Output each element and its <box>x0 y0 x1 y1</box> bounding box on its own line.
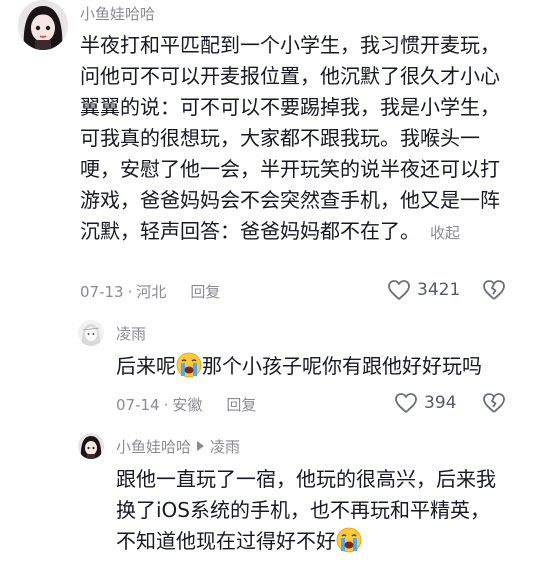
avatar[interactable] <box>18 0 68 50</box>
like-count: 3421 <box>417 280 461 300</box>
broken-heart-icon <box>483 393 505 413</box>
comment-date: 07-13 <box>80 282 124 301</box>
reply-username-row: 小鱼娃哈哈 凌雨 <box>116 436 240 457</box>
reply-date: 07-14 <box>116 395 160 414</box>
comment-line: 问他可不可以开麦报位置，他沉默了很久才小心 <box>80 64 500 88</box>
reply-line: 不知道他现在过得好不好 <box>116 529 336 553</box>
reply-body: 后来呢 那个小孩子呢你有跟他好好玩吗 <box>116 351 482 382</box>
like-count: 394 <box>424 393 457 413</box>
crying-face-icon <box>336 527 362 553</box>
avatar-girl-icon <box>18 0 68 50</box>
heart-outline-icon <box>388 280 410 300</box>
collapse-button[interactable]: 收起 <box>430 224 460 242</box>
comment-line: 半夜打和平匹配到一个小学生，我习惯开麦玩， <box>80 33 500 57</box>
comment-line: 游戏，爸爸妈妈会不会突然查手机，他又是一阵 <box>80 188 500 212</box>
reply-button[interactable]: 回复 <box>226 394 256 415</box>
like-button[interactable]: 3421 <box>387 279 460 301</box>
reply-location: 安徽 <box>172 396 203 414</box>
dislike-button[interactable] <box>482 279 506 305</box>
comment-line: 哽，安慰了他一会，半开玩笑的说半夜还可以打 <box>80 157 500 181</box>
heart-outline-icon <box>395 393 417 413</box>
comment-line: 翼翼的说：可不可以不要踢掉我，我是小学生， <box>80 95 500 119</box>
crying-face-icon <box>176 352 202 378</box>
reply-button[interactable]: 回复 <box>190 281 220 302</box>
reply-line-last: 不知道他现在过得好不好 <box>116 526 496 557</box>
like-button[interactable]: 394 <box>394 392 456 414</box>
reply-line: 后来呢 那个小孩子呢你有跟他好好玩吗 <box>116 351 482 382</box>
reply-avatar[interactable] <box>78 433 104 459</box>
dislike-button[interactable] <box>482 392 506 418</box>
reply-meta: 07-14 · 安徽 回复 <box>116 394 256 415</box>
comment-line: 可我真的很想玩，大家都不跟我玩。我喉头一 <box>80 126 480 150</box>
meta-separator: · <box>127 282 133 301</box>
comment-username[interactable]: 小鱼娃哈哈 <box>80 3 155 24</box>
broken-heart-icon <box>483 280 505 300</box>
reply-line: 跟他一直玩了一宿，他玩的很高兴，后来我 <box>116 467 496 491</box>
reply-username[interactable]: 小鱼娃哈哈 <box>116 438 191 456</box>
reply-line: 换了iOS系统的手机，也不再玩和平精英， <box>116 498 490 522</box>
reply-text: 那个小孩子呢你有跟他好好玩吗 <box>202 354 482 378</box>
reply-to-arrow-icon <box>197 441 205 451</box>
comment-line: 沉默，轻声回答：爸爸妈妈都不在了。 <box>80 219 420 243</box>
comment-location: 河北 <box>136 283 167 301</box>
comment-meta: 07-13 · 河北 回复 <box>80 281 220 302</box>
reply-username[interactable]: 凌雨 <box>116 323 146 344</box>
avatar-girl-icon <box>78 433 104 459</box>
comment-body: 半夜打和平匹配到一个小学生，我习惯开麦玩， 问他可不可以开麦报位置，他沉默了很久… <box>80 30 500 249</box>
comment-line-last: 沉默，轻声回答：爸爸妈妈都不在了。 收起 <box>80 216 500 249</box>
reply-body: 跟他一直玩了一宿，他玩的很高兴，后来我 换了iOS系统的手机，也不再玩和平精英，… <box>116 464 496 557</box>
reply-avatar[interactable] <box>78 320 104 346</box>
avatar-sketch-icon <box>78 320 104 346</box>
reply-text: 后来呢 <box>116 354 176 378</box>
reply-to-username[interactable]: 凌雨 <box>210 438 240 456</box>
meta-separator: · <box>163 395 169 414</box>
